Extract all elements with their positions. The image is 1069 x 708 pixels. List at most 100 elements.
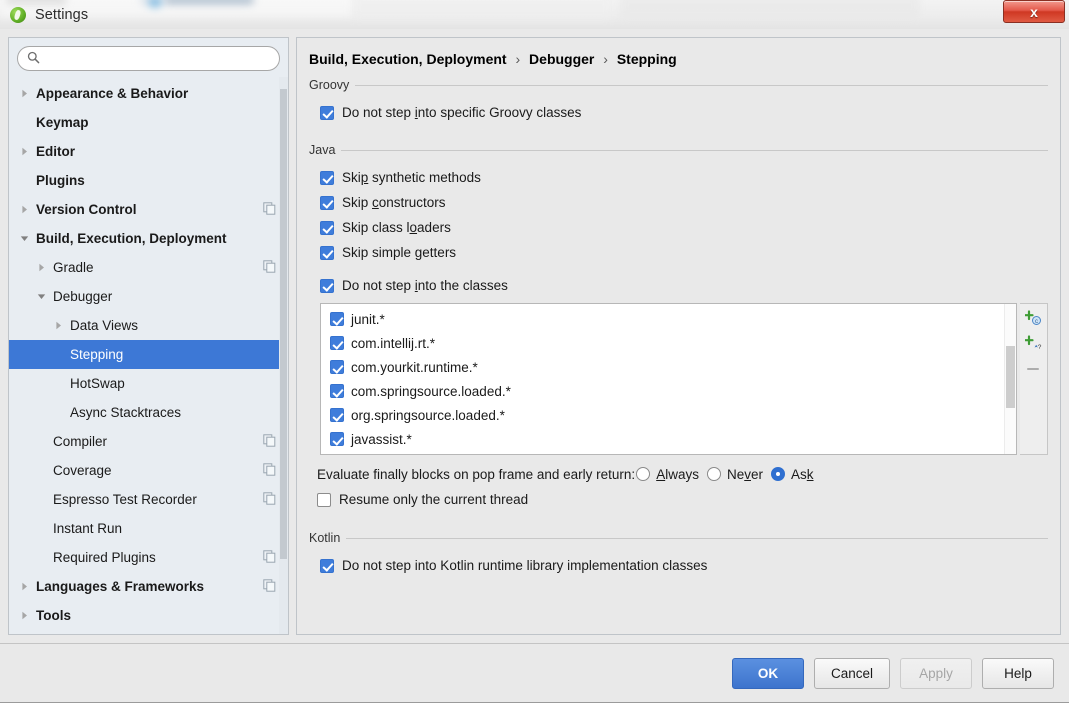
sidebar-item-instant-run[interactable]: Instant Run [9,514,288,543]
checkbox-java-1[interactable] [320,195,334,210]
settings-tree[interactable]: Appearance & Behavior Keymap Editor Plugins… [9,77,288,634]
chevron-right-icon[interactable] [51,321,66,330]
checkbox-row-java-4[interactable]: Do not step into the classes [309,273,1048,298]
chevron-right-icon[interactable] [17,611,32,620]
search-input[interactable] [44,50,270,67]
radio-option-2[interactable]: Ask [771,467,814,482]
chevron-right-icon[interactable] [17,89,32,98]
sidebar-item-plugins[interactable]: Plugins [9,166,288,195]
sidebar-item-debugger[interactable]: Debugger [9,282,288,311]
class-list-scrollbar-thumb[interactable] [1006,346,1015,408]
checkbox-row-java-1[interactable]: Skip constructors [309,190,1048,215]
project-scope-icon [263,549,276,566]
checkbox-row-java-2[interactable]: Skip class loaders [309,215,1048,240]
breadcrumb: Build, Execution, Deployment › Debugger … [309,51,1048,67]
sidebar-item-espresso-test-recorder[interactable]: Espresso Test Recorder [9,485,288,514]
chevron-right-icon[interactable] [17,582,32,591]
settings-main-panel: Build, Execution, Deployment › Debugger … [296,37,1061,635]
sidebar-item-languages-frameworks[interactable]: Languages & Frameworks [9,572,288,601]
sidebar-item-async-stacktraces[interactable]: Async Stacktraces [9,398,288,427]
checkbox-class-3[interactable] [330,384,344,398]
sidebar-item-label: Languages & Frameworks [36,579,205,594]
sidebar-item-label: Coverage [53,463,112,478]
sidebar-item-label: HotSwap [70,376,125,391]
breadcrumb-part-2[interactable]: Debugger [529,51,594,67]
chevron-right-icon[interactable] [34,263,49,272]
list-item[interactable]: com.yourkit.runtime.* [321,355,1004,379]
radio-button-0[interactable] [636,467,651,481]
class-list-scrollbar[interactable] [1004,304,1016,454]
sidebar-item-editor[interactable]: Editor [9,137,288,166]
sidebar-item-tools[interactable]: Tools [9,601,288,630]
checkbox-class-0[interactable] [330,312,344,326]
checkbox-java-3[interactable] [320,245,334,260]
evaluate-finally-row: Evaluate finally blocks on pop frame and… [317,463,1048,485]
checkbox-java-4[interactable] [320,278,334,293]
checkbox-row-java-3[interactable]: Skip simple getters [309,240,1048,265]
sidebar-scrollbar-thumb[interactable] [280,89,287,559]
add-pattern-button[interactable]: ? [1022,333,1046,355]
sidebar-item-hotswap[interactable]: HotSwap [9,369,288,398]
chevron-down-icon[interactable] [34,292,49,301]
sidebar-item-build-execution-deployment[interactable]: Build, Execution, Deployment [9,224,288,253]
sidebar-item-required-plugins[interactable]: Required Plugins [9,543,288,572]
checkbox-label: Resume only the current thread [339,492,529,507]
checkbox-java-2[interactable] [320,220,334,235]
radio-option-1[interactable]: Never [706,467,763,482]
list-item[interactable]: com.springsource.loaded.* [321,379,1004,403]
list-item[interactable]: javassist.* [321,427,1004,451]
window-title: Settings [35,6,89,23]
ok-button[interactable]: OK [731,657,804,689]
close-button[interactable]: x [1003,0,1065,23]
sidebar-item-stepping[interactable]: Stepping [9,340,288,369]
sidebar-item-label: Version Control [36,202,137,217]
checkbox-class-2[interactable] [330,360,344,374]
sidebar-item-label: Compiler [53,434,108,449]
checkbox-row-groovy-no-step[interactable]: Do not step into specific Groovy classes [309,100,1048,125]
checkbox-resume-current-thread[interactable] [317,492,331,507]
section-title: Groovy [309,78,350,92]
sidebar-item-version-control[interactable]: Version Control [9,195,288,224]
sidebar-item-label: Keymap [36,115,89,130]
sidebar-item-label: Data Views [70,318,139,333]
sidebar-item-data-views[interactable]: Data Views [9,311,288,340]
checkbox-label: Do not step into the classes [342,278,508,293]
section-rule [346,537,1048,539]
help-button[interactable]: Help [982,657,1054,689]
class-list-items[interactable]: junit.* com.intellij.rt.* com.yourkit.runt… [321,304,1004,454]
breadcrumb-separator: › [515,51,521,67]
breadcrumb-part-1[interactable]: Build, Execution, Deployment [309,51,507,67]
checkbox-class-5[interactable] [330,432,344,446]
radio-button-1[interactable] [706,467,721,481]
sidebar-item-keymap[interactable]: Keymap [9,108,288,137]
sidebar-item-coverage[interactable]: Coverage [9,456,288,485]
svg-text:?: ? [1037,344,1041,351]
class-list-box[interactable]: junit.* com.intellij.rt.* com.yourkit.runt… [320,303,1017,455]
checkbox-row-kotlin-no-step[interactable]: Do not step into Kotlin runtime library … [309,553,1048,578]
checkbox-class-4[interactable] [330,408,344,422]
list-item[interactable]: junit.* [321,307,1004,331]
checkbox-row-resume-current-thread[interactable]: Resume only the current thread [309,487,1048,512]
list-item[interactable]: com.intellij.rt.* [321,331,1004,355]
sidebar-item-appearance-behavior[interactable]: Appearance & Behavior [9,79,288,108]
checkbox-class-1[interactable] [330,336,344,350]
mnemonic-letter: A [656,466,666,482]
sidebar-item-gradle[interactable]: Gradle [9,253,288,282]
list-item-label: org.springsource.loaded.* [351,407,505,423]
checkbox-row-java-0[interactable]: Skip synthetic methods [309,165,1048,190]
chevron-right-icon[interactable] [17,147,32,156]
search-box[interactable] [17,46,280,71]
list-item[interactable]: org.springsource.loaded.* [321,403,1004,427]
radio-button-2[interactable] [771,467,785,481]
list-item[interactable] [321,451,1004,454]
chevron-right-icon[interactable] [17,205,32,214]
chevron-down-icon[interactable] [17,234,32,243]
checkbox-kotlin-no-step[interactable] [320,558,334,573]
sidebar-item-compiler[interactable]: Compiler [9,427,288,456]
cancel-button[interactable]: Cancel [813,657,890,689]
add-class-button[interactable]: c [1022,308,1046,330]
sidebar-scrollbar[interactable] [279,77,288,634]
radio-option-0[interactable]: Always [636,467,699,482]
checkbox-java-0[interactable] [320,170,334,185]
checkbox-groovy-no-step[interactable] [320,105,334,120]
